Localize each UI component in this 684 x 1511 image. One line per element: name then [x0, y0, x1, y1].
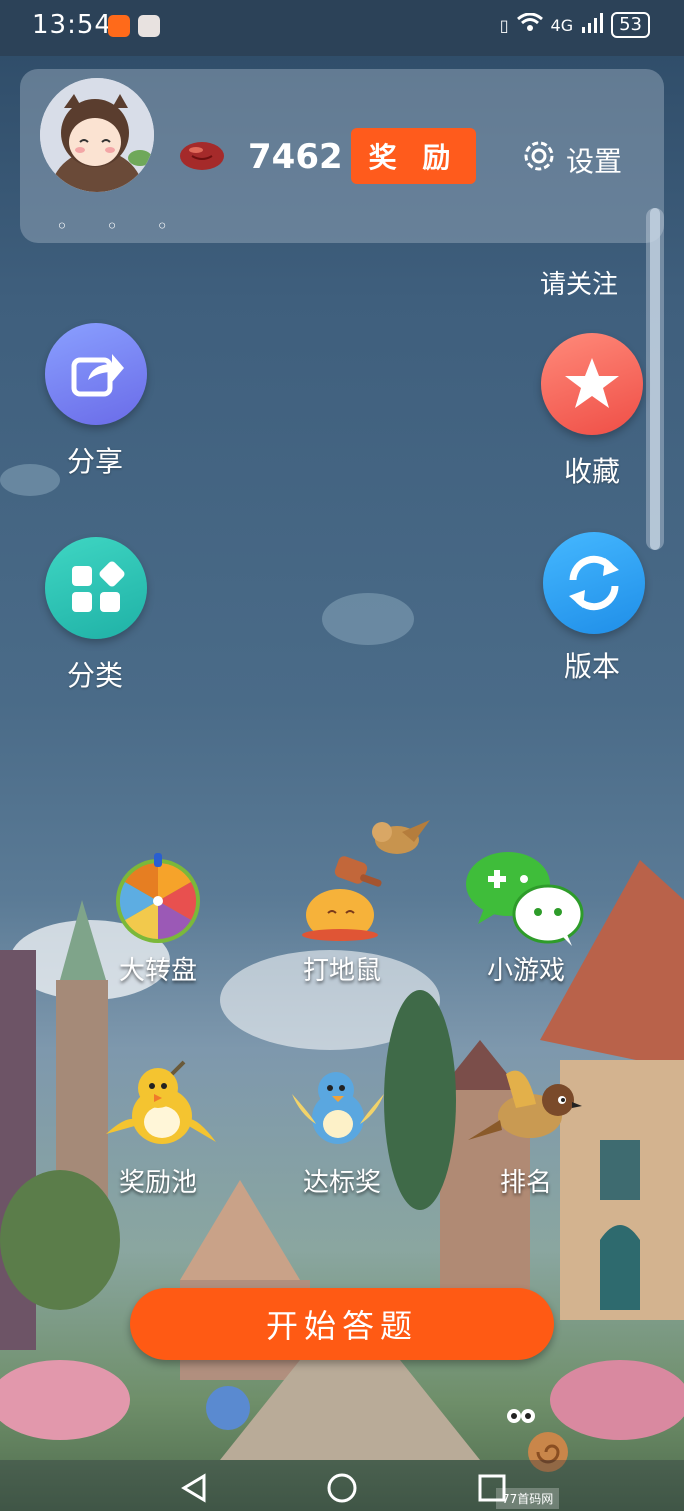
marquee-text: 请关注 — [540, 270, 619, 300]
wifi-icon — [516, 12, 543, 37]
wheel-label: 大转盘 — [118, 956, 197, 986]
home-icon[interactable] — [326, 1472, 358, 1504]
signal-icon — [581, 13, 604, 37]
minigame-button[interactable] — [464, 850, 584, 950]
bean-icon — [178, 138, 226, 172]
wechat-minigame-icon — [466, 852, 584, 946]
battery-indicator: 53 — [611, 12, 650, 38]
scrollbar-thumb[interactable] — [650, 208, 660, 550]
rank-label: 排名 — [499, 1168, 552, 1198]
grid-icon — [72, 561, 125, 612]
spin-wheel-icon — [116, 853, 200, 943]
favorite-label: 收藏 — [563, 455, 620, 488]
target-award-label: 达标奖 — [302, 1168, 381, 1198]
yellow-bird-icon — [106, 1060, 216, 1144]
vibrate-icon: ▯ — [499, 15, 509, 35]
status-right: ▯ 4G 53 — [500, 12, 650, 38]
minigame-label: 小游戏 — [486, 956, 565, 986]
status-bar: 13:54 ▯ 4G 53 — [0, 0, 684, 56]
scrollbar[interactable] — [646, 208, 664, 550]
favorite-button[interactable] — [541, 333, 643, 435]
cloud-icon — [0, 464, 60, 496]
system-nav-bar — [0, 1460, 684, 1511]
start-quiz-button[interactable]: 开始答题 — [130, 1288, 554, 1360]
category-label: 分类 — [66, 659, 123, 692]
app-notification-icon — [108, 15, 130, 37]
sparrow-icon — [468, 1070, 582, 1140]
back-icon[interactable] — [178, 1472, 210, 1504]
wheel-button[interactable] — [112, 853, 204, 949]
status-time: 13:54 — [32, 10, 112, 40]
version-label: 版本 — [563, 650, 620, 683]
category-button[interactable] — [45, 537, 147, 639]
version-button[interactable] — [543, 532, 645, 634]
refresh-icon — [569, 555, 619, 611]
settings-label: 设置 — [566, 144, 623, 178]
points-value: 7462 — [248, 137, 343, 177]
watermark: 77首码网 — [496, 1488, 560, 1509]
prize-pool-button[interactable] — [102, 1060, 220, 1164]
share-icon — [71, 354, 124, 397]
rank-button[interactable] — [466, 1064, 584, 1162]
blue-bird-icon — [292, 1072, 384, 1144]
more-dots[interactable]: ◦ ◦ ◦ — [56, 214, 184, 238]
whack-mole-label: 打地鼠 — [302, 956, 381, 986]
hammer-mole-icon — [302, 856, 382, 941]
settings-button[interactable]: 设置 — [520, 137, 622, 182]
prize-pool-label: 奖励池 — [118, 1168, 197, 1198]
star-icon — [565, 358, 619, 408]
network-label: 4G — [550, 15, 574, 35]
share-button[interactable] — [45, 323, 147, 425]
gear-icon — [520, 137, 558, 182]
reward-button[interactable]: 奖 励 — [351, 128, 476, 184]
avatar[interactable] — [40, 78, 154, 192]
app-notification-icon-2 — [138, 15, 160, 37]
whack-mole-button[interactable] — [298, 855, 386, 947]
target-award-button[interactable] — [290, 1064, 386, 1164]
cloud-icon-2 — [322, 593, 414, 645]
